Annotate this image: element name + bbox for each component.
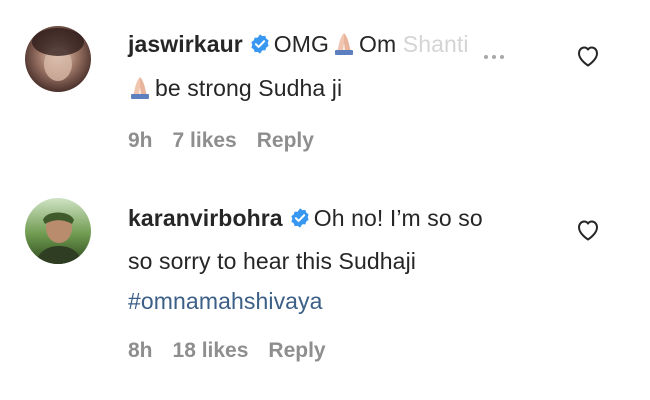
comment-meta: 8h 18 likes Reply bbox=[128, 339, 346, 363]
reply-button[interactable]: Reply bbox=[257, 129, 314, 152]
likes-count[interactable]: 7 likes bbox=[173, 129, 237, 152]
avatar[interactable] bbox=[25, 198, 91, 264]
hashtag-link[interactable]: #omnamahshivaya bbox=[128, 288, 323, 314]
comment-text-faded: Shanti bbox=[402, 31, 469, 57]
comment-text: jaswirkaur OMG Om Shanti be strong Sudha j… bbox=[128, 24, 568, 112]
verified-badge-icon bbox=[289, 201, 311, 241]
username[interactable]: karanvirbohra bbox=[128, 205, 283, 231]
more-options-icon[interactable] bbox=[484, 55, 504, 59]
praying-hands-emoji bbox=[128, 72, 152, 112]
username[interactable]: jaswirkaur bbox=[128, 31, 243, 57]
comment-text-mid: Om bbox=[359, 31, 397, 57]
heart-outline-icon[interactable] bbox=[576, 219, 600, 246]
comment-time[interactable]: 9h bbox=[128, 129, 153, 152]
comment-text-line2: be strong Sudha ji bbox=[155, 75, 343, 101]
comment-text-line1: Oh no! I’m so so bbox=[313, 205, 483, 231]
praying-hands-emoji bbox=[332, 28, 356, 68]
comment-meta: 9h 7 likes Reply bbox=[128, 129, 334, 153]
avatar-image bbox=[25, 26, 91, 92]
likes-count[interactable]: 18 likes bbox=[173, 339, 249, 362]
comment-text-line2: so sorry to hear this Sudhaji bbox=[128, 248, 416, 274]
verified-badge-icon bbox=[249, 27, 271, 67]
avatar[interactable] bbox=[25, 26, 91, 92]
comment-text: karanvirbohra Oh no! I’m so so so sorry t… bbox=[128, 198, 568, 321]
comment-time[interactable]: 8h bbox=[128, 339, 153, 362]
reply-button[interactable]: Reply bbox=[268, 339, 325, 362]
avatar-image bbox=[25, 198, 91, 264]
heart-outline-icon[interactable] bbox=[576, 45, 600, 72]
comment-text-prefix: OMG bbox=[273, 31, 330, 57]
